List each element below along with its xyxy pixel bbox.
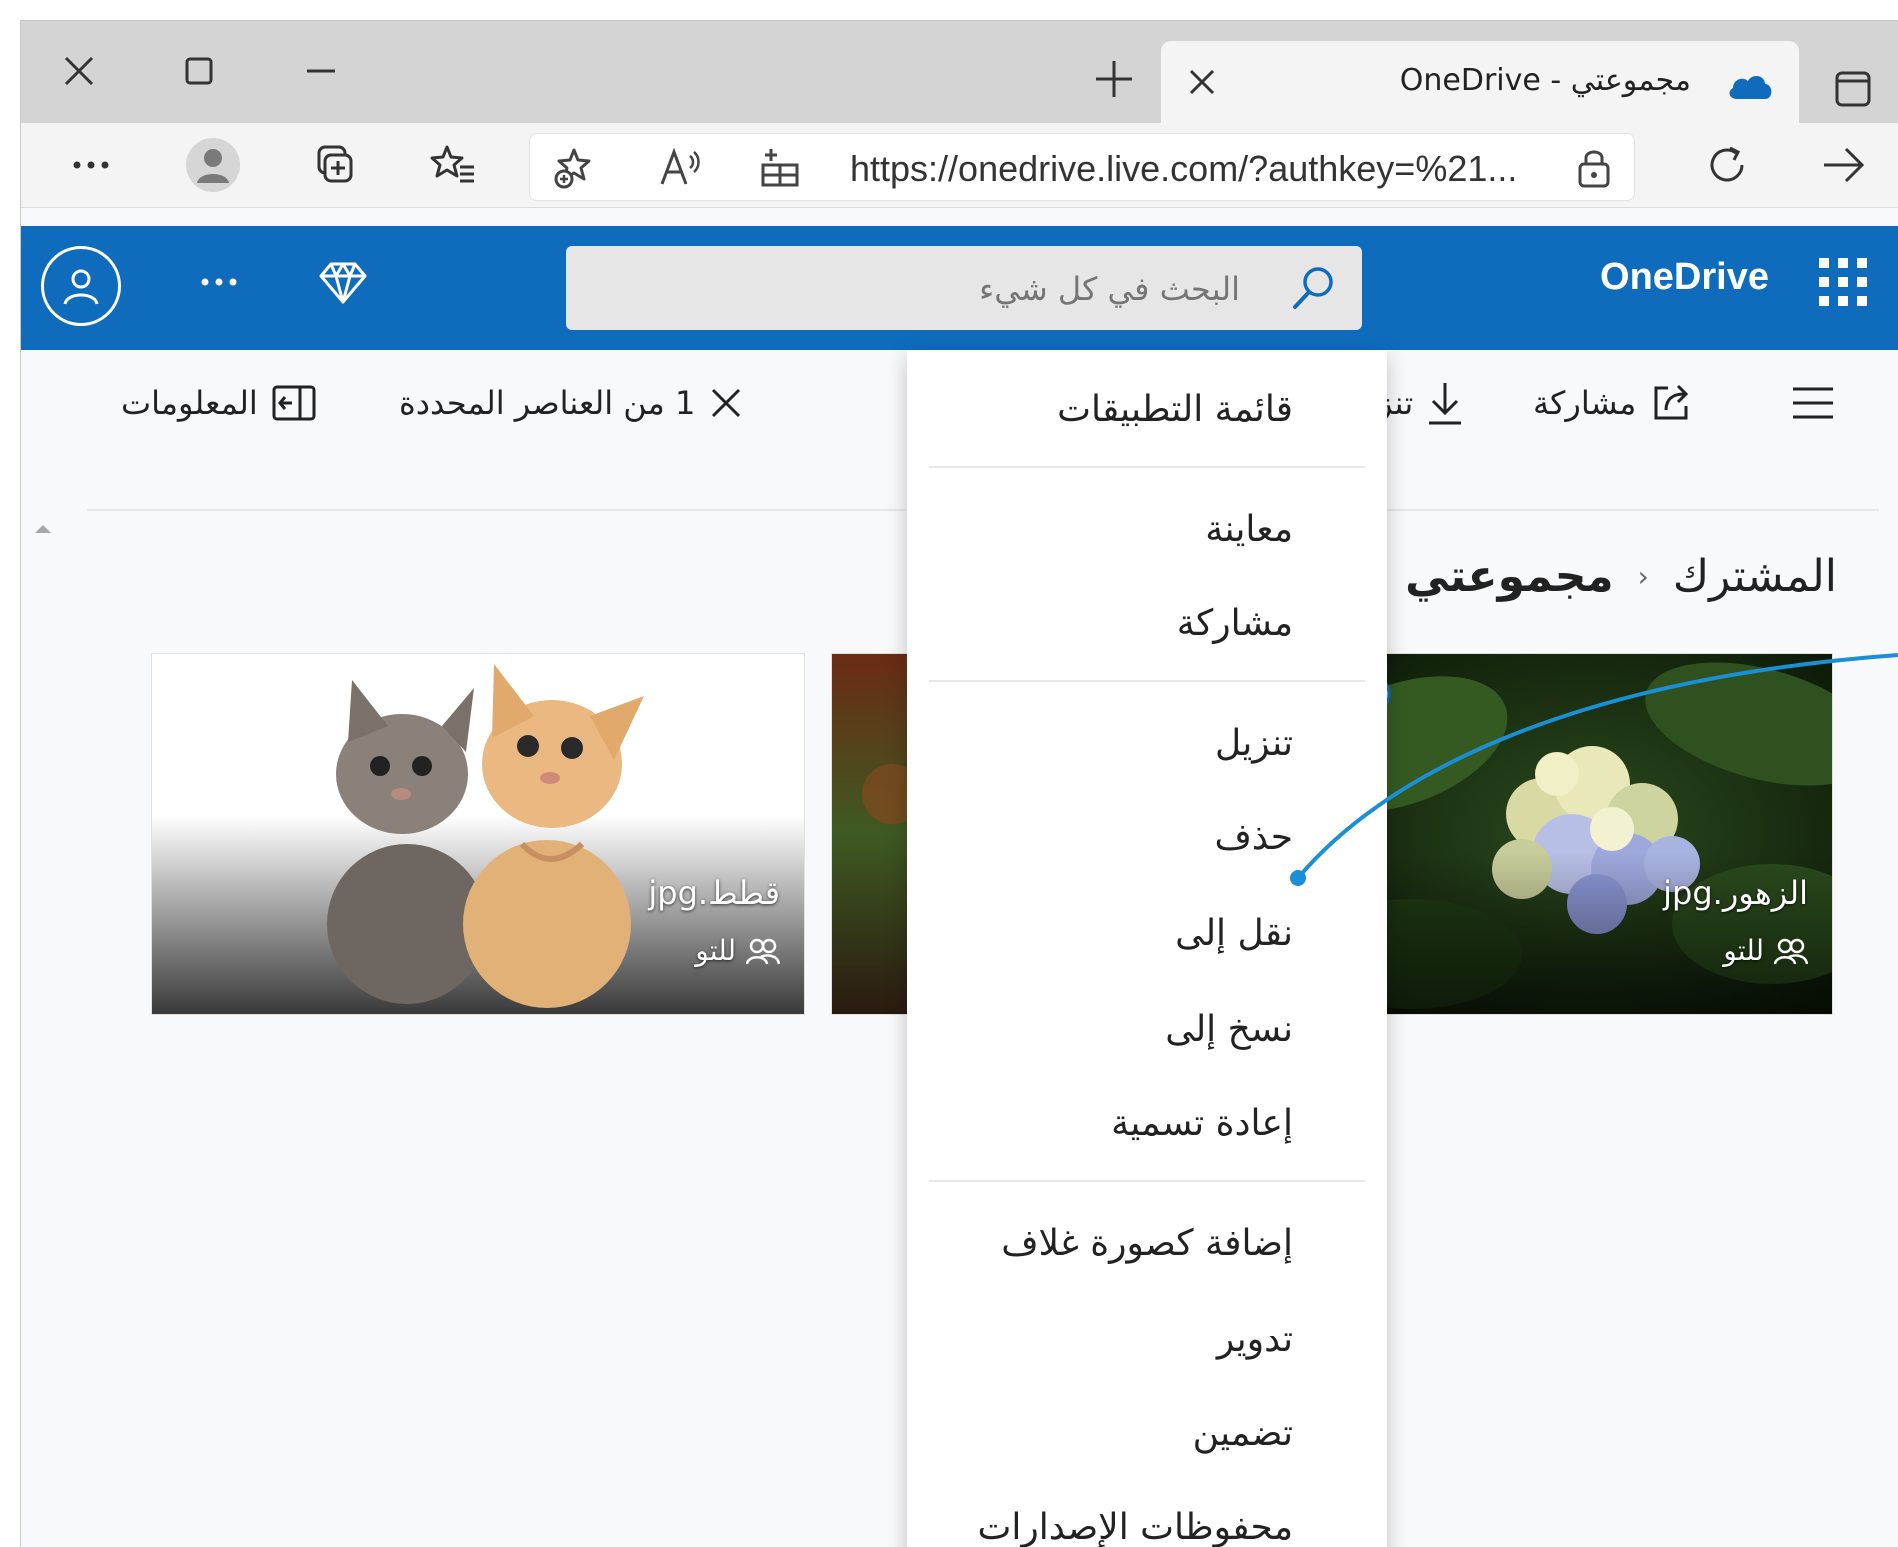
app-launcher-icon[interactable] — [1815, 254, 1871, 310]
hamburger-icon — [1793, 387, 1833, 419]
add-favorite-button[interactable] — [550, 144, 598, 192]
tab-close-button[interactable] — [1175, 55, 1229, 109]
partial-thumbnail — [832, 654, 912, 1014]
lock-icon — [1578, 150, 1610, 188]
tile-owner-label: للتو — [1723, 934, 1764, 967]
tab-actions-icon — [1835, 71, 1871, 107]
read-aloud-icon — [660, 147, 700, 185]
download-icon — [1429, 383, 1462, 425]
tile-name: قطط.jpg — [648, 874, 780, 912]
new-tab-button[interactable] — [1086, 51, 1142, 107]
navigation-bar: https://onedrive.live.com/?authkey=%21..… — [21, 123, 1898, 208]
close-icon — [64, 56, 94, 86]
menu-separator — [929, 1180, 1365, 1182]
onedrive-cloud-icon — [1729, 75, 1772, 99]
selection-count: 1 من العناصر المحددة — [399, 384, 696, 422]
profile-button[interactable] — [183, 137, 243, 193]
tile-name: الزهور.jpg — [1663, 874, 1808, 912]
profile-avatar-icon — [186, 138, 240, 192]
diamond-icon — [319, 262, 367, 304]
menu-item-download[interactable]: تنزيل — [1215, 714, 1293, 774]
arrow-right-icon — [1824, 147, 1865, 183]
search-input[interactable] — [678, 264, 1242, 314]
favorites-button[interactable] — [423, 137, 483, 193]
search-box[interactable] — [566, 246, 1362, 330]
site-info-button[interactable] — [1570, 144, 1618, 192]
onedrive-header: OneDrive — [21, 226, 1898, 350]
menu-item-embed[interactable]: تضمين — [1193, 1404, 1293, 1464]
collections-icon — [317, 145, 353, 183]
minimize-icon — [307, 69, 335, 73]
tile-owner: للتو — [1723, 934, 1808, 967]
tab-title: مجموعتي - OneDrive — [1399, 63, 1691, 98]
menu-item-move-to[interactable]: نقل إلى — [1175, 904, 1293, 964]
app-grid-icon — [761, 149, 799, 187]
menu-item-preview[interactable]: معاينة — [1205, 500, 1293, 560]
scroll-up-arrow-icon[interactable] — [29, 517, 57, 541]
info-label: المعلومات — [121, 384, 258, 422]
close-icon — [712, 388, 741, 418]
shared-people-icon — [746, 938, 780, 964]
onedrive-brand[interactable]: OneDrive — [1600, 256, 1769, 299]
premium-button[interactable] — [311, 250, 375, 314]
close-icon — [1189, 69, 1215, 95]
shared-people-icon — [1774, 938, 1808, 964]
close-window-button[interactable] — [51, 43, 107, 99]
more-options-button[interactable] — [187, 250, 251, 314]
star-add-icon — [554, 148, 591, 189]
app-available-button[interactable] — [756, 144, 804, 192]
menu-item-share[interactable]: مشاركة — [1177, 594, 1293, 654]
share-icon — [1654, 384, 1689, 420]
tile-owner: للتو — [695, 934, 780, 967]
more-horizontal-icon — [73, 161, 109, 169]
breadcrumb-root[interactable]: المشترك — [1673, 551, 1837, 602]
person-icon — [63, 269, 99, 305]
tab-onedrive[interactable]: مجموعتي - OneDrive — [1161, 41, 1799, 123]
breadcrumb-current[interactable]: مجموعتي — [1405, 551, 1614, 602]
info-pane-icon — [272, 385, 316, 421]
account-button[interactable] — [41, 246, 121, 326]
breadcrumb: المشترك ‹ مجموعتي — [1405, 541, 1837, 611]
menu-item-rotate[interactable]: تدوير — [1217, 1310, 1293, 1370]
nav-menu-button[interactable] — [1791, 378, 1835, 428]
file-tile-cats[interactable]: قطط.jpg للتو — [151, 653, 805, 1015]
chevron-left-icon: ‹ — [1637, 559, 1649, 593]
menu-item-app-list[interactable]: قائمة التطبيقات — [1057, 380, 1293, 440]
url-text: https://onedrive.live.com/?authkey=%21..… — [850, 148, 1518, 189]
menu-separator — [929, 680, 1365, 682]
maximize-icon — [185, 57, 213, 85]
file-tile-partial[interactable] — [831, 653, 913, 1015]
share-button[interactable]: مشاركة — [1533, 378, 1692, 428]
tab-actions-button[interactable] — [1829, 65, 1877, 113]
more-horizontal-icon — [201, 278, 237, 286]
maximize-window-button[interactable] — [171, 43, 227, 99]
menu-item-copy-to[interactable]: نسخ إلى — [1165, 1000, 1293, 1060]
settings-more-button[interactable] — [61, 137, 121, 193]
address-bar[interactable]: https://onedrive.live.com/?authkey=%21..… — [529, 133, 1635, 201]
clear-selection-button[interactable]: 1 من العناصر المحددة — [399, 378, 743, 428]
refresh-button[interactable] — [1697, 137, 1757, 193]
browser-window: مجموعتي - OneDrive https://onedrive.live… — [20, 20, 1898, 1547]
context-menu: قائمة التطبيقات معاينة مشاركة تنزيل حذف … — [907, 350, 1387, 1547]
menu-item-set-cover[interactable]: إضافة كصورة غلاف — [1001, 1214, 1293, 1274]
menu-item-delete[interactable]: حذف — [1215, 808, 1293, 868]
read-aloud-button[interactable] — [656, 144, 704, 192]
download-button[interactable]: تنز — [1377, 378, 1463, 428]
menu-item-rename[interactable]: إعادة تسمية — [1111, 1094, 1293, 1154]
title-bar: مجموعتي - OneDrive — [21, 21, 1898, 123]
refresh-icon — [1710, 146, 1744, 182]
menu-separator — [929, 466, 1365, 468]
menu-item-version-history[interactable]: محفوظات الإصدارات — [977, 1498, 1293, 1547]
info-button[interactable]: المعلومات — [121, 378, 316, 428]
plus-icon — [1096, 61, 1132, 97]
favorites-list-icon — [430, 145, 474, 183]
file-tile-flowers[interactable]: الزهور.jpg للتو — [1341, 653, 1833, 1015]
minimize-window-button[interactable] — [293, 43, 349, 99]
collections-button[interactable] — [305, 137, 365, 193]
share-label: مشاركة — [1533, 384, 1637, 422]
forward-button[interactable] — [1813, 137, 1873, 193]
tile-owner-label: للتو — [695, 934, 736, 967]
search-icon — [1293, 267, 1333, 309]
